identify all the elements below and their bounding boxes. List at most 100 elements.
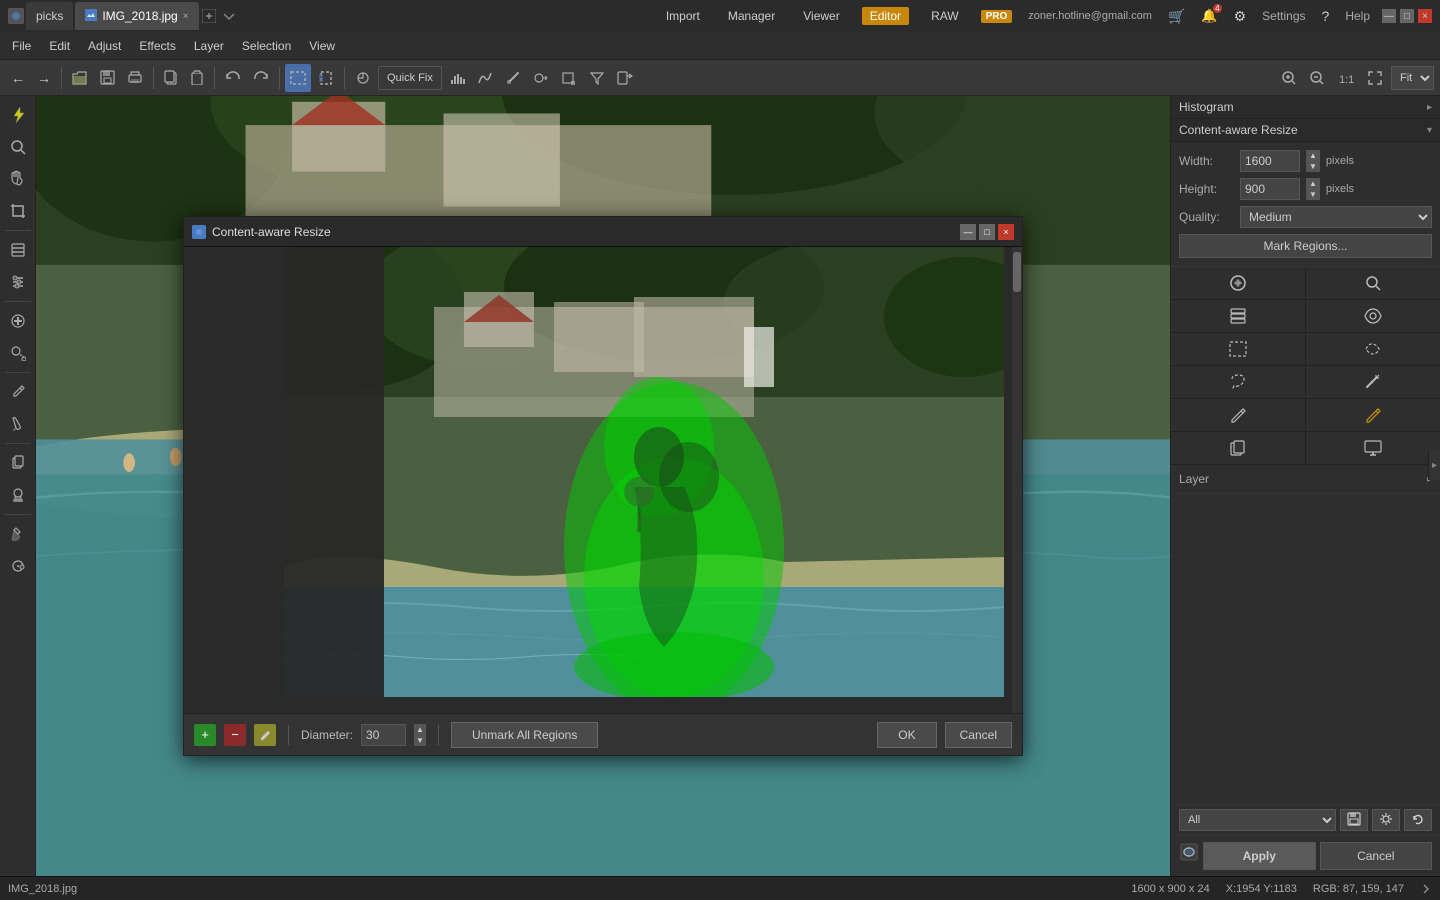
menu-effects[interactable]: Effects <box>131 37 183 55</box>
brush-tool-btn[interactable] <box>500 64 526 92</box>
develop-btn[interactable] <box>350 64 376 92</box>
diameter-down-btn[interactable]: ▼ <box>414 735 426 746</box>
tg-layers-btn[interactable] <box>1171 300 1305 332</box>
cancel-panel-btn[interactable]: Cancel <box>1320 842 1433 870</box>
zoom-in-btn[interactable] <box>1277 64 1301 92</box>
editor-btn[interactable]: Editor <box>862 7 909 25</box>
tg-select-btn[interactable] <box>1171 333 1305 365</box>
tab-image-close[interactable]: × <box>183 11 189 22</box>
redo-btn[interactable] <box>248 64 274 92</box>
crop-tool-btn[interactable] <box>3 196 33 226</box>
curves-btn[interactable] <box>472 64 498 92</box>
tg-pen2-btn[interactable] <box>1306 399 1440 431</box>
mark-regions-btn[interactable]: Mark Regions... <box>1179 234 1432 258</box>
forward-btn[interactable]: → <box>32 64 56 92</box>
print-btn[interactable] <box>122 64 148 92</box>
healing-btn[interactable] <box>3 306 33 336</box>
search-tool-btn[interactable] <box>3 132 33 162</box>
dialog-scrollbar[interactable] <box>1012 247 1022 713</box>
tg-monitor-btn[interactable] <box>1306 432 1440 464</box>
lightning-tool-btn[interactable] <box>3 100 33 130</box>
copy2-btn[interactable] <box>3 448 33 478</box>
dialog-minimize-btn[interactable]: — <box>960 224 976 240</box>
paint-btn[interactable] <box>3 409 33 439</box>
stamp-btn[interactable] <box>3 480 33 510</box>
settings-panel-btn[interactable] <box>1372 809 1400 831</box>
content-aware-collapse-arrow[interactable]: ▾ <box>1427 125 1432 136</box>
win-close-btn[interactable]: × <box>1418 9 1432 23</box>
menu-file[interactable]: File <box>4 37 39 55</box>
quickfix-btn[interactable]: Quick Fix <box>378 66 442 90</box>
tab-picks[interactable]: picks <box>26 2 73 30</box>
tg-view-btn[interactable] <box>1306 300 1440 332</box>
zoom-select[interactable]: Fit <box>1391 66 1434 90</box>
height-up-btn[interactable]: ▲ <box>1306 178 1320 189</box>
refresh-panel-btn[interactable] <box>1404 809 1432 831</box>
status-scroll[interactable] <box>1420 883 1432 895</box>
tg-select2-btn[interactable] <box>1306 333 1440 365</box>
tg-adjust-btn[interactable] <box>1171 267 1305 299</box>
win-minimize-btn[interactable]: — <box>1382 9 1396 23</box>
menu-view[interactable]: View <box>301 37 343 55</box>
save-btn[interactable] <box>95 64 120 92</box>
select-rect-btn[interactable] <box>285 64 311 92</box>
filter-btn[interactable] <box>584 64 610 92</box>
bucket-btn[interactable] <box>3 519 33 549</box>
dialog-cancel-btn[interactable]: Cancel <box>945 722 1012 748</box>
filter-select[interactable]: All <box>1179 809 1336 831</box>
zoom-reset-btn[interactable]: 1:1 <box>1333 64 1359 92</box>
width-up-btn[interactable]: ▲ <box>1306 150 1320 161</box>
quality-select[interactable]: Medium Low High <box>1240 206 1432 228</box>
help-icon[interactable]: ? <box>1322 8 1330 24</box>
win-maximize-btn[interactable]: □ <box>1400 9 1414 23</box>
zoom-out-btn[interactable] <box>1305 64 1329 92</box>
undo-btn[interactable] <box>220 64 246 92</box>
canvas-area[interactable]: Content-aware Resize — □ × <box>36 96 1170 876</box>
unmark-all-btn[interactable]: Unmark All Regions <box>451 722 598 748</box>
menu-adjust[interactable]: Adjust <box>80 37 129 55</box>
paste-btn[interactable] <box>185 64 209 92</box>
fit-btn[interactable] <box>1363 64 1387 92</box>
export-btn[interactable] <box>612 64 638 92</box>
copy-btn[interactable] <box>159 64 183 92</box>
unmark-btn-icon[interactable]: − <box>224 724 246 746</box>
dialog-ok-btn[interactable]: OK <box>877 722 936 748</box>
layers-panel-btn[interactable] <box>3 235 33 265</box>
width-input[interactable] <box>1240 150 1300 172</box>
height-down-btn[interactable]: ▼ <box>1306 189 1320 200</box>
dialog-maximize-btn[interactable]: □ <box>979 224 995 240</box>
viewer-btn[interactable]: Viewer <box>797 7 845 25</box>
tab-image[interactable]: IMG_2018.jpg × <box>75 2 198 30</box>
pencil-btn[interactable] <box>3 377 33 407</box>
menu-layer[interactable]: Layer <box>186 37 232 55</box>
histogram-collapse-arrow[interactable]: ▸ <box>1427 102 1432 113</box>
manager-btn[interactable]: Manager <box>722 7 781 25</box>
adjust-panel-btn[interactable] <box>3 267 33 297</box>
menu-edit[interactable]: Edit <box>41 37 78 55</box>
tg-lasso-btn[interactable] <box>1171 366 1305 398</box>
diameter-up-btn[interactable]: ▲ <box>414 724 426 735</box>
dialog-close-btn[interactable]: × <box>998 224 1014 240</box>
new-tab-icon[interactable] <box>201 2 217 30</box>
hand-tool-btn[interactable] <box>3 164 33 194</box>
import-btn[interactable]: Import <box>660 7 706 25</box>
tg-search-btn[interactable] <box>1306 267 1440 299</box>
settings-icon[interactable]: ⚙ <box>1234 8 1247 25</box>
panel-expand-arrow[interactable]: ▸ <box>1428 450 1440 480</box>
mark-region-btn[interactable]: + <box>194 724 216 746</box>
pen-btn[interactable] <box>254 724 276 746</box>
dialog-canvas[interactable] <box>184 247 1022 713</box>
clone-tool-btn[interactable] <box>528 64 554 92</box>
back-btn[interactable]: ← <box>6 64 30 92</box>
save-panel-btn[interactable] <box>1340 809 1368 831</box>
open-folder-btn[interactable] <box>67 64 93 92</box>
watch-btn[interactable] <box>3 551 33 581</box>
diameter-input[interactable] <box>361 724 406 746</box>
apply-btn[interactable]: Apply <box>1203 842 1316 870</box>
clone-btn[interactable] <box>3 338 33 368</box>
tg-pen-btn[interactable] <box>1171 399 1305 431</box>
menu-selection[interactable]: Selection <box>234 37 299 55</box>
histogram-btn[interactable] <box>444 64 470 92</box>
width-down-btn[interactable]: ▼ <box>1306 161 1320 172</box>
tg-magic-wand-btn[interactable] <box>1306 366 1440 398</box>
